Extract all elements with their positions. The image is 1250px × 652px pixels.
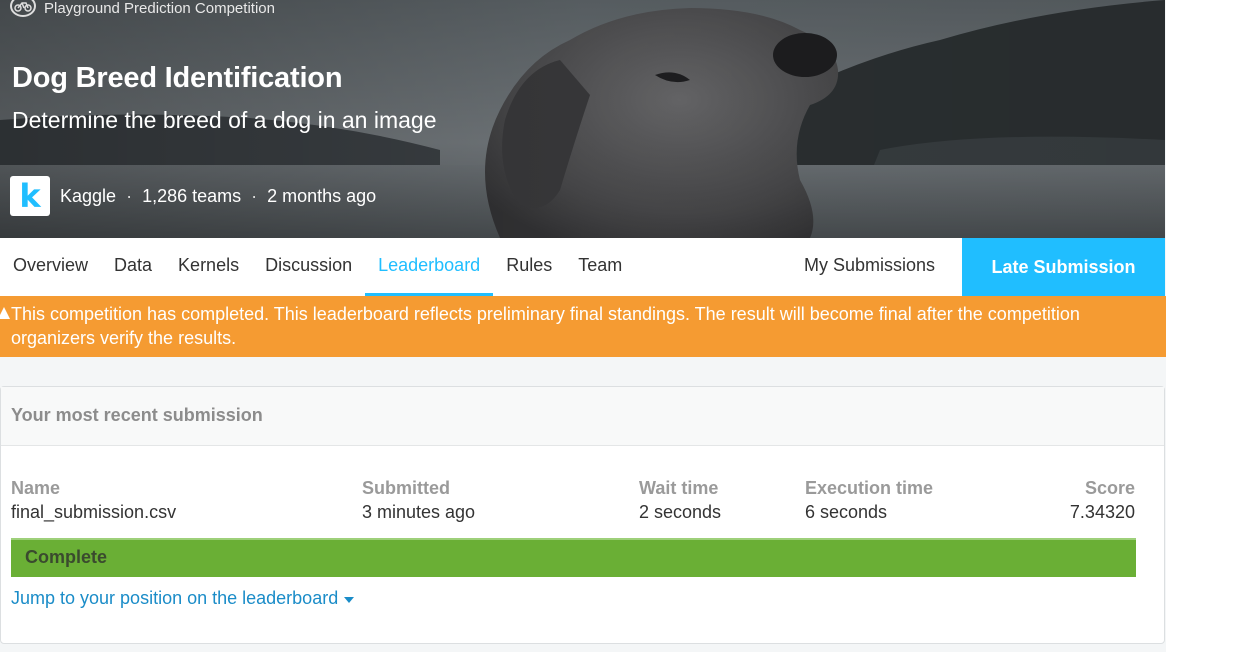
competition-type-label: Playground Prediction Competition [44,0,275,17]
host-name[interactable]: Kaggle [60,186,116,207]
tab-rules[interactable]: Rules [493,238,565,296]
competition-type: Playground Prediction Competition [10,0,275,17]
wait-time-value: 2 seconds [639,502,722,522]
submitted-header: Submitted [362,478,450,498]
tab-data[interactable]: Data [101,238,165,296]
jump-to-position-link[interactable]: Jump to your position on the leaderboard [11,588,355,609]
recent-submission-card: Your most recent submission Name final_s… [0,386,1165,644]
submission-status-bar: Complete [11,538,1136,577]
submitted-value: 3 minutes ago [362,502,476,522]
banner-text: This competition has completed. This lea… [11,304,1080,348]
submission-filename: final_submission.csv [11,502,177,522]
name-header: Name [11,478,61,498]
competition-title: Dog Breed Identification [12,62,343,94]
tab-leaderboard[interactable]: Leaderboard [365,238,494,296]
submitted-column: Submitted 3 minutes ago [362,477,475,525]
meta-separator: · [251,185,258,206]
tab-list: Overview Data Kernels Discussion Leaderb… [0,238,635,296]
score-column: Score 7.34320 [1070,477,1135,525]
competition-header: Playground Prediction Competition Dog Br… [0,0,1165,238]
tab-discussion[interactable]: Discussion [252,238,365,296]
tab-team[interactable]: Team [565,238,635,296]
competition-nav: Overview Data Kernels Discussion Leaderb… [0,238,1165,296]
jump-link-label[interactable]: Jump to your position on the leaderboard [11,588,338,609]
tab-kernels[interactable]: Kernels [165,238,252,296]
competition-complete-banner: This competition has completed. This lea… [0,296,1166,357]
caret-down-icon[interactable] [344,596,355,603]
competition-subtitle: Determine the breed of a dog in an image [12,107,437,133]
team-count: 1,286 teams [142,185,242,206]
competition-meta: k Kaggle · 1,286 teams · 2 months ago [10,176,376,216]
execution-time-column: Execution time 6 seconds [805,477,933,525]
score-header: Score [1084,478,1135,498]
wait-time-column: Wait time 2 seconds [639,477,721,525]
tab-overview[interactable]: Overview [0,238,101,296]
bicycle-icon [10,0,36,17]
name-column: Name final_submission.csv [11,477,176,525]
my-submissions-link[interactable]: My Submissions [790,238,949,296]
late-submission-button[interactable]: Late Submission [962,238,1165,296]
page: Playground Prediction Competition Dog Br… [0,0,1250,652]
right-gutter [1166,0,1250,652]
kaggle-logo-icon[interactable]: k [10,176,50,216]
execution-time-value: 6 seconds [805,502,888,522]
card-title: Your most recent submission [1,387,1164,446]
warning-icon [0,307,10,319]
wait-time-header: Wait time [639,478,719,498]
score-value: 7.34320 [1069,502,1135,522]
competition-age: 2 months ago [267,185,377,206]
execution-time-header: Execution time [805,478,934,498]
meta-separator: · [126,185,133,206]
